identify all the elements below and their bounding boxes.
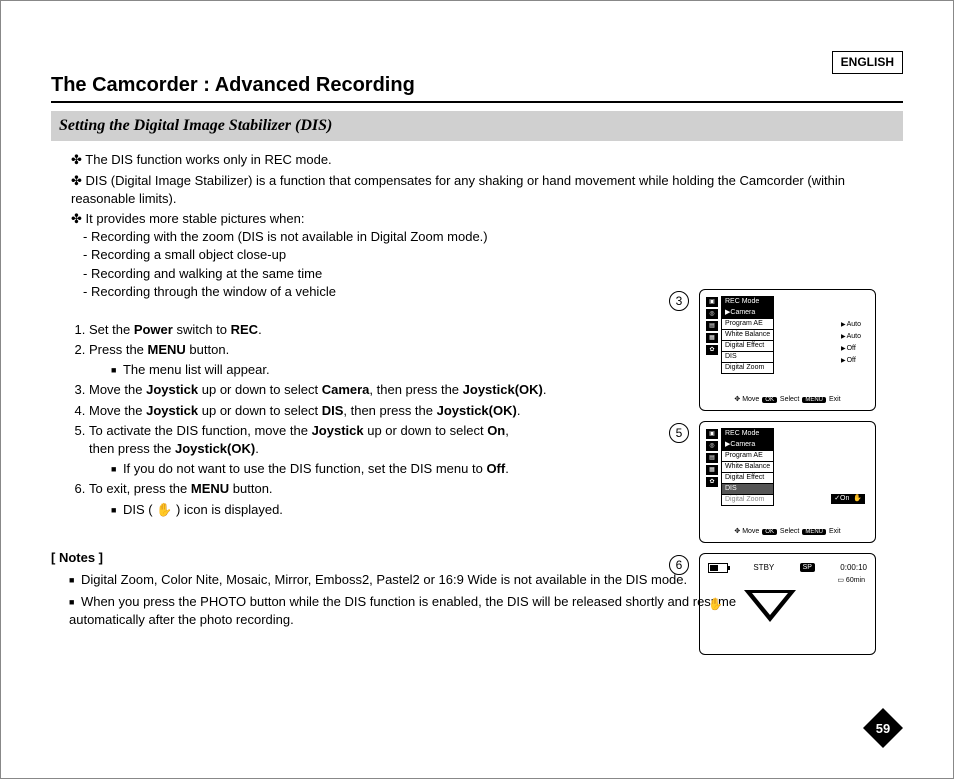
hand-icon: ✋: [853, 495, 862, 502]
step-marker-6: 6: [669, 555, 689, 575]
dis-hand-icon: ✋: [708, 596, 723, 613]
move-icon: ✥: [734, 528, 740, 535]
tape-icon: ▭: [837, 577, 844, 584]
hand-icon: ✋: [156, 502, 172, 517]
lcd-footer: ✥ Move OK Select MENU Exit: [700, 395, 875, 405]
page-title: The Camcorder : Advanced Recording: [51, 71, 903, 103]
desc-item: It provides more stable pictures when: R…: [71, 210, 903, 301]
step-item: To activate the DIS function, move the J…: [89, 422, 729, 479]
off-label: Off: [836, 484, 845, 494]
menu-icon-column: ▣ ◎ ▤ ▦ ✿: [706, 429, 718, 487]
language-badge: ENGLISH: [832, 51, 903, 74]
lcd-screen-5: ▣ ◎ ▤ ▦ ✿ REC Mode ▶Camera Program AE Wh…: [699, 421, 876, 543]
gear-icon: ✿: [706, 477, 718, 487]
menu-row-dis: DIS: [722, 484, 774, 495]
steps-list: Set the Power switch to REC. Press the M…: [51, 321, 729, 519]
description-list: The DIS function works only in REC mode.…: [51, 151, 903, 301]
sp-badge: SP: [800, 563, 815, 573]
camera-icon: ▣: [706, 297, 718, 307]
step-marker-5: 5: [669, 423, 689, 443]
menu-header: REC Mode: [722, 297, 774, 308]
ok-pill: OK: [762, 397, 777, 403]
section-heading: Setting the Digital Image Stabilizer (DI…: [51, 111, 903, 141]
desc-subitem: Recording with the zoom (DIS is not avai…: [83, 228, 903, 246]
page-number-badge: 59: [863, 708, 903, 748]
step-item: Set the Power switch to REC.: [89, 321, 729, 339]
menu-row: Digital Zoom: [722, 363, 774, 374]
desc-text: It provides more stable pictures when:: [86, 211, 305, 226]
step-item: Move the Joystick up or down to select C…: [89, 381, 729, 399]
display-icon: ▦: [706, 333, 718, 343]
lcd-screen-3: ▣ ◎ ▤ ▦ ✿ REC Mode ▶Camera Program AE Wh…: [699, 289, 876, 411]
menu-row: DIS: [722, 352, 774, 363]
note-item: Digital Zoom, Color Nite, Mosaic, Mirror…: [69, 571, 771, 589]
tape-icon: ◎: [706, 441, 718, 451]
stby-label: STBY: [753, 562, 774, 573]
menu-row: Program AE: [722, 319, 774, 330]
figure-column: 3 ▣ ◎ ▤ ▦ ✿ REC Mode ▶Camera Program AE …: [699, 289, 909, 665]
menu-icon-column: ▣ ◎ ▤ ▦ ✿: [706, 297, 718, 355]
lcd-footer: ✥ Move OK Select MENU Exit: [700, 527, 875, 537]
tape-remaining: ▭ 60min: [837, 576, 865, 586]
menu-row: Program AE: [722, 451, 774, 462]
menu-row: Digital Effect: [722, 341, 774, 352]
figure-6: 6 STBY SP 0:00:10 ▭ 60min ✋: [699, 553, 909, 655]
tape-icon: ◎: [706, 309, 718, 319]
step-subitem: If you do not want to use the DIS functi…: [111, 460, 729, 478]
memory-icon: ▤: [706, 321, 718, 331]
move-icon: ✥: [734, 396, 740, 403]
gear-icon: ✿: [706, 345, 718, 355]
menu-pill: MENU: [802, 529, 826, 535]
step-item: To exit, press the MENU button. DIS ( ✋ …: [89, 480, 729, 518]
menu-row: Digital Effect: [722, 473, 774, 484]
notes-heading: [ Notes ]: [51, 549, 771, 567]
step-marker-3: 3: [669, 291, 689, 311]
menu-camera: ▶Camera: [722, 308, 774, 319]
viewfinder-triangle-inner: [752, 593, 788, 615]
desc-item: DIS (Digital Image Stabilizer) is a func…: [71, 172, 903, 208]
step-subitem: The menu list will appear.: [111, 361, 729, 379]
page-number: 59: [863, 720, 903, 738]
menu-camera: ▶Camera: [722, 440, 774, 451]
menu-pill: MENU: [802, 397, 826, 403]
value-column: Auto Auto Off Off: [841, 319, 861, 367]
menu-row: Digital Zoom: [722, 495, 774, 506]
note-item: When you press the PHOTO button while th…: [69, 593, 771, 629]
time-counter: 0:00:10: [840, 562, 867, 573]
display-icon: ▦: [706, 465, 718, 475]
ok-pill: OK: [762, 529, 777, 535]
step-item: Move the Joystick up or down to select D…: [89, 402, 729, 420]
desc-item: The DIS function works only in REC mode.: [71, 151, 903, 169]
menu-row: White Balance: [722, 330, 774, 341]
notes-list: Digital Zoom, Color Nite, Mosaic, Mirror…: [51, 571, 771, 630]
battery-icon: [708, 563, 728, 573]
desc-subitem: Recording and walking at the same time: [83, 265, 903, 283]
menu-header: REC Mode: [722, 429, 774, 440]
step-subitem: DIS ( ✋ ) icon is displayed.: [111, 501, 729, 519]
memory-icon: ▤: [706, 453, 718, 463]
lcd-screen-6: STBY SP 0:00:10 ▭ 60min ✋: [699, 553, 876, 655]
notes-section: [ Notes ] Digital Zoom, Color Nite, Mosa…: [51, 549, 771, 630]
camera-icon: ▣: [706, 429, 718, 439]
step-item: Press the MENU button. The menu list wil…: [89, 341, 729, 379]
menu-row: White Balance: [722, 462, 774, 473]
figure-5: 5 ▣ ◎ ▤ ▦ ✿ REC Mode ▶Camera Program AE …: [699, 421, 909, 543]
figure-3: 3 ▣ ◎ ▤ ▦ ✿ REC Mode ▶Camera Program AE …: [699, 289, 909, 411]
manual-page: ENGLISH The Camcorder : Advanced Recordi…: [0, 0, 954, 779]
on-label: ✓On ✋: [831, 494, 865, 504]
menu-table: REC Mode ▶Camera Program AE White Balanc…: [721, 428, 774, 506]
desc-subitem: Recording a small object close-up: [83, 246, 903, 264]
menu-table: REC Mode ▶Camera Program AE White Balanc…: [721, 296, 774, 374]
